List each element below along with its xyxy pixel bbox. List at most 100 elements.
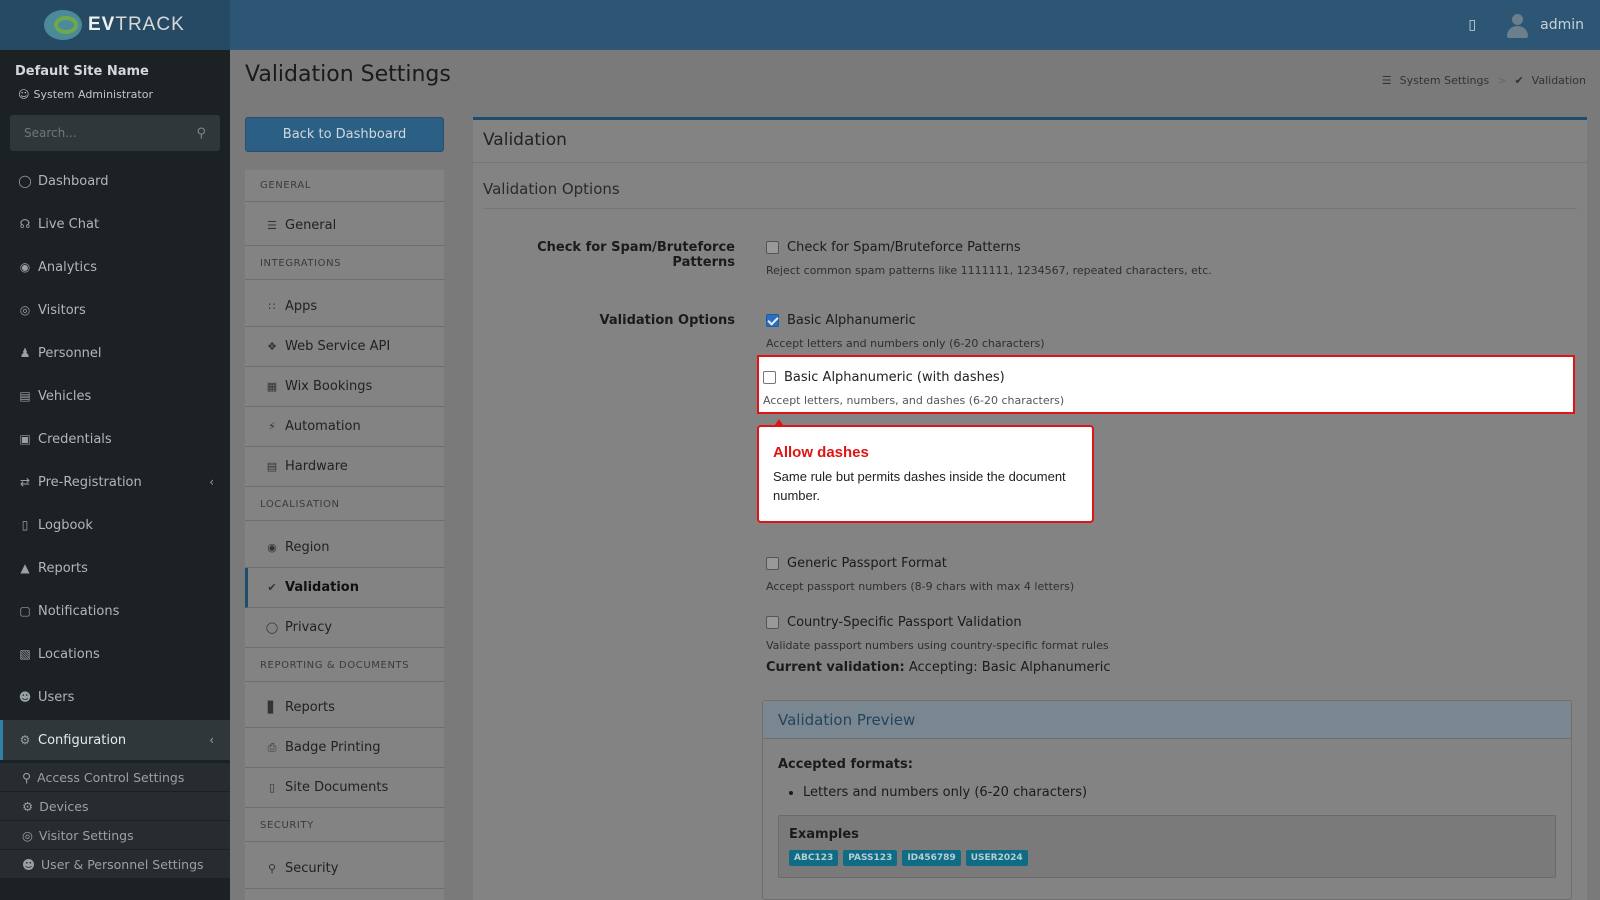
bar-chart-icon: ▋	[267, 701, 277, 714]
analytics-icon: ◉	[19, 260, 31, 274]
printer-icon: ⎙	[267, 740, 277, 754]
country-passport-help: Validate passport numbers using country-…	[766, 639, 1109, 652]
sidebar-sub-devices[interactable]: ⚙ Devices	[0, 792, 230, 820]
section-general: GENERAL	[245, 170, 444, 202]
sidebar-item-users[interactable]: ☻ Users	[0, 677, 230, 717]
settings-item-region[interactable]: ◉ Region	[245, 528, 444, 568]
chevron-left-icon: ‹	[209, 733, 214, 747]
sidebar-item-reports[interactable]: ▲ Reports	[0, 548, 230, 588]
option-generic-passport[interactable]: Generic Passport Format	[766, 556, 947, 571]
avatar	[1506, 12, 1529, 38]
section-localisation: LOCALISATION	[245, 489, 444, 521]
panel-subtitle: Validation Options	[483, 180, 620, 198]
globe-icon: ◉	[267, 541, 277, 554]
basic-alphanumeric-checkbox[interactable]	[766, 314, 779, 327]
breadcrumb: ☰ System Settings > ✔ Validation	[1382, 74, 1586, 87]
sidebar-item-logbook[interactable]: ▯ Logbook	[0, 505, 230, 545]
breadcrumb-separator: >	[1497, 74, 1507, 87]
user-menu[interactable]: admin	[1506, 12, 1584, 38]
sidebar-item-credentials[interactable]: ▣ Credentials	[0, 419, 230, 459]
map-icon: ▧	[19, 647, 31, 661]
sidebar-item-visitors[interactable]: ◎ Visitors	[0, 290, 230, 330]
divider	[483, 208, 1577, 209]
personnel-icon: ♟	[19, 346, 31, 360]
sidebar-item-vehicles[interactable]: ▤ Vehicles	[0, 376, 230, 416]
chevron-left-icon: ‹	[209, 475, 214, 489]
option-alphanumeric-dashes[interactable]: Basic Alphanumeric (with dashes)	[763, 370, 1005, 385]
settings-item-security[interactable]: ⚲ Security	[245, 849, 444, 889]
breadcrumb-system-settings[interactable]: System Settings	[1400, 74, 1490, 87]
sidebar-item-locations[interactable]: ▧ Locations	[0, 634, 230, 674]
basic-alphanumeric-help: Accept letters and numbers only (6-20 ch…	[766, 337, 1045, 350]
option-country-passport[interactable]: Country-Specific Passport Validation	[766, 615, 1022, 630]
settings-item-apps[interactable]: ∷ Apps	[245, 287, 444, 327]
calendar-icon: ▦	[266, 380, 278, 393]
logo-icon	[40, 8, 86, 42]
brand-logo[interactable]: EVTRACK	[0, 0, 230, 50]
users-icon: ☻	[18, 690, 32, 704]
validation-options-label: Validation Options	[599, 313, 735, 328]
gear-icon: ⚙	[19, 733, 31, 747]
grid-icon: ∷	[268, 300, 276, 313]
settings-item-wix-bookings[interactable]: ▦ Wix Bookings	[245, 367, 444, 407]
lock-icon: ⚲	[267, 862, 277, 875]
settings-item-badge-printing[interactable]: ⎙ Badge Printing	[245, 728, 444, 768]
check-circle-icon: ✔	[267, 581, 277, 594]
sidebar-item-notifications[interactable]: ▢ Notifications	[0, 591, 230, 631]
section-integrations: INTEGRATIONS	[245, 248, 444, 280]
settings-item-site-documents[interactable]: ▯ Site Documents	[245, 768, 444, 808]
bolt-icon: ⚡	[268, 420, 276, 433]
sidebar-search[interactable]: ⚲	[10, 115, 220, 151]
breadcrumb-validation: Validation	[1531, 74, 1586, 87]
examples-title: Examples	[789, 827, 859, 842]
shield-icon: ◯	[265, 621, 279, 634]
sidebar-item-configuration[interactable]: ⚙ Configuration ‹	[0, 720, 230, 760]
sidebar-item-personnel[interactable]: ♟ Personnel	[0, 333, 230, 373]
alphanumeric-dashes-checkbox[interactable]	[763, 371, 776, 384]
hardware-icon: ▤	[266, 460, 278, 473]
generic-passport-checkbox[interactable]	[766, 557, 779, 570]
panel-title: Validation	[483, 130, 567, 150]
notifications-icon: ▢	[19, 604, 31, 618]
current-validation: Current validation: Accepting: Basic Alp…	[766, 660, 1111, 675]
vehicle-icon: ▤	[19, 389, 31, 403]
list-icon: ☰	[267, 219, 277, 232]
settings-item-automation[interactable]: ⚡ Automation	[245, 407, 444, 447]
sidebar-sub-access-control[interactable]: ⚲ Access Control Settings	[0, 763, 230, 791]
spam-checkbox[interactable]	[766, 241, 779, 254]
spam-row-label: Check for Spam/Bruteforce Patterns	[537, 240, 735, 270]
examples-box: Examples ABC123 PASS123 ID456789 USER202…	[778, 815, 1556, 878]
sidebar-item-analytics[interactable]: ◉ Analytics	[0, 247, 230, 287]
sidebar-sub-visitor-settings[interactable]: ◎ Visitor Settings	[0, 821, 230, 849]
spam-checkbox-option[interactable]: Check for Spam/Bruteforce Patterns	[766, 240, 1021, 255]
headset-icon: ☊	[19, 217, 31, 231]
book-icon[interactable]: ▯	[1468, 17, 1476, 33]
eye-icon: ◎	[22, 827, 33, 843]
example-badge: PASS123	[843, 850, 898, 866]
site-name: Default Site Name	[15, 64, 149, 79]
search-input[interactable]	[24, 126, 174, 140]
settings-item-hardware[interactable]: ▤ Hardware	[245, 447, 444, 487]
back-to-dashboard-button[interactable]: Back to Dashboard	[245, 117, 444, 152]
sidebar-sub-user-personnel[interactable]: ☻ User & Personnel Settings	[0, 850, 230, 878]
settings-item-general[interactable]: ☰ General	[245, 206, 444, 246]
highlighted-option-dashes[interactable]: Basic Alphanumeric (with dashes) Accept …	[757, 355, 1575, 414]
option-basic-alphanumeric[interactable]: Basic Alphanumeric	[766, 313, 916, 328]
sidebar-item-pre-registration[interactable]: ⇄ Pre-Registration ‹	[0, 462, 230, 502]
sidebar-item-dashboard[interactable]: ◯ Dashboard	[0, 161, 230, 201]
sidebar-item-live-chat[interactable]: ☊ Live Chat	[0, 204, 230, 244]
settings-item-web-service-api[interactable]: ❖ Web Service API	[245, 327, 444, 367]
settings-item-reports[interactable]: ▋ Reports	[245, 688, 444, 728]
country-passport-checkbox[interactable]	[766, 616, 779, 629]
settings-item-validation[interactable]: ✔ Validation	[245, 568, 444, 608]
settings-item-privacy[interactable]: ◯ Privacy	[245, 608, 444, 648]
spam-help-text: Reject common spam patterns like 1111111…	[766, 264, 1212, 277]
tooltip-body: Same rule but permits dashes inside the …	[773, 469, 1066, 503]
generic-passport-help: Accept passport numbers (8-9 chars with …	[766, 580, 1075, 593]
user-name: admin	[1540, 17, 1584, 33]
sidebar: Default Site Name ☺ System Administrator …	[0, 50, 230, 900]
validation-preview: Validation Preview Accepted formats: Let…	[762, 700, 1572, 900]
search-icon[interactable]: ⚲	[196, 126, 206, 141]
example-badge: ABC123	[789, 850, 839, 866]
dashboard-icon: ◯	[18, 174, 32, 188]
